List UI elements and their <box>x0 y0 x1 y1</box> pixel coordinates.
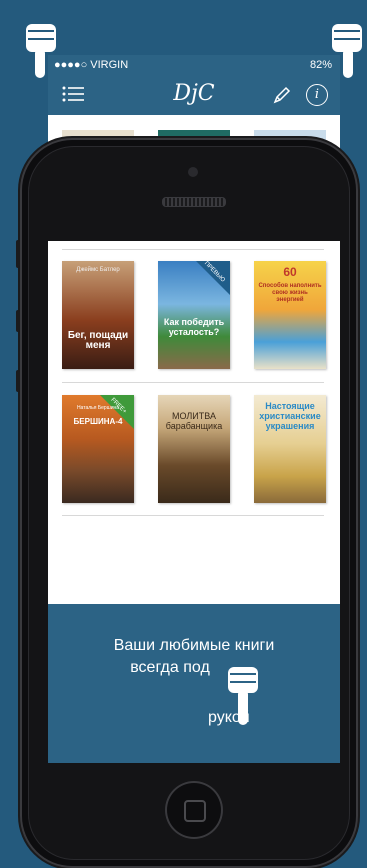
book-cover[interactable]: 60 Способов наполнить свою жизнь энергие… <box>254 261 326 369</box>
status-bar: ●●●●○ VIRGIN 82% <box>48 55 340 75</box>
preview-ribbon: ПРЕВЬЮ <box>196 261 230 295</box>
shelf-divider <box>62 249 324 250</box>
book-title: Способов наполнить свою жизнь энергией <box>258 283 322 303</box>
shelf-divider <box>62 382 324 383</box>
volume-up-button <box>16 310 20 332</box>
home-button[interactable] <box>165 781 223 839</box>
book-author: Джеймс Батлер <box>76 267 120 273</box>
book-title: БЕРШИНА-4 <box>73 417 123 426</box>
phone-screen: Джеймс Батлер Бег, пощади меня ПРЕВЬЮ Ка… <box>48 241 340 763</box>
book-title: Как победить усталость? <box>163 317 225 337</box>
info-icon[interactable]: i <box>306 84 328 106</box>
book-cover[interactable]: МОЛИТВА барабанщика <box>158 395 230 503</box>
earpiece-speaker <box>162 197 226 207</box>
book-cover[interactable]: FREE+ Наталья Бершина БЕРШИНА-4 <box>62 395 134 503</box>
carrier-label: ●●●●○ VIRGIN <box>54 59 129 71</box>
promo-banner: Ваши любимые книги всегда под рукой <box>48 604 340 763</box>
promo-line-1: Ваши любимые книги <box>113 637 275 654</box>
volume-down-button <box>16 370 20 392</box>
book-author: Наталья Бершина <box>76 405 120 411</box>
book-title: Бег, пощади меня <box>67 330 129 351</box>
shelf-divider <box>62 515 324 516</box>
navbar: DjC i <box>48 75 340 115</box>
pencil-icon[interactable] <box>272 85 292 105</box>
book-title: Настоящие христианские украшения <box>259 401 321 431</box>
mute-switch <box>16 240 20 268</box>
book-cover[interactable]: Настоящие христианские украшения <box>254 395 326 503</box>
book-number: 60 <box>283 265 297 279</box>
book-cover[interactable]: Джеймс Батлер Бег, пощади меня <box>62 261 134 369</box>
book-cover[interactable]: ПРЕВЬЮ Как победить усталость? <box>158 261 230 369</box>
home-button-square <box>184 800 206 822</box>
pointing-hand-icon <box>332 24 362 78</box>
promo-line-3: рукой <box>208 709 250 726</box>
promo-line-2: всегда под <box>130 659 210 676</box>
book-title: МОЛИТВА барабанщика <box>165 411 223 431</box>
pointing-hand-icon <box>26 24 56 78</box>
front-camera <box>188 167 198 177</box>
app-logo: DjC <box>173 81 215 106</box>
